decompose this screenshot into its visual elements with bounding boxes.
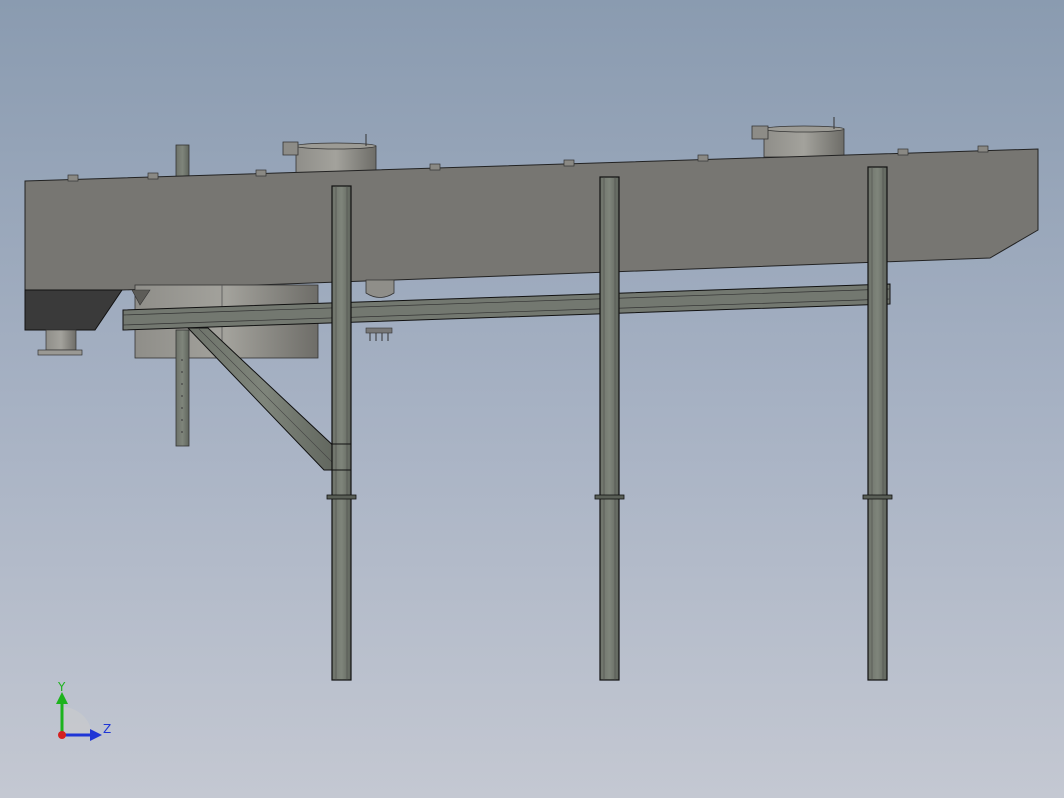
cad-viewport[interactable]: Y Z (0, 0, 1064, 798)
z-axis-label: Z (103, 722, 111, 736)
x-axis-dot (58, 731, 66, 739)
triad-plane-shade (62, 706, 92, 735)
orientation-triad: Y Z (56, 680, 111, 741)
y-axis-label: Y (57, 680, 66, 694)
